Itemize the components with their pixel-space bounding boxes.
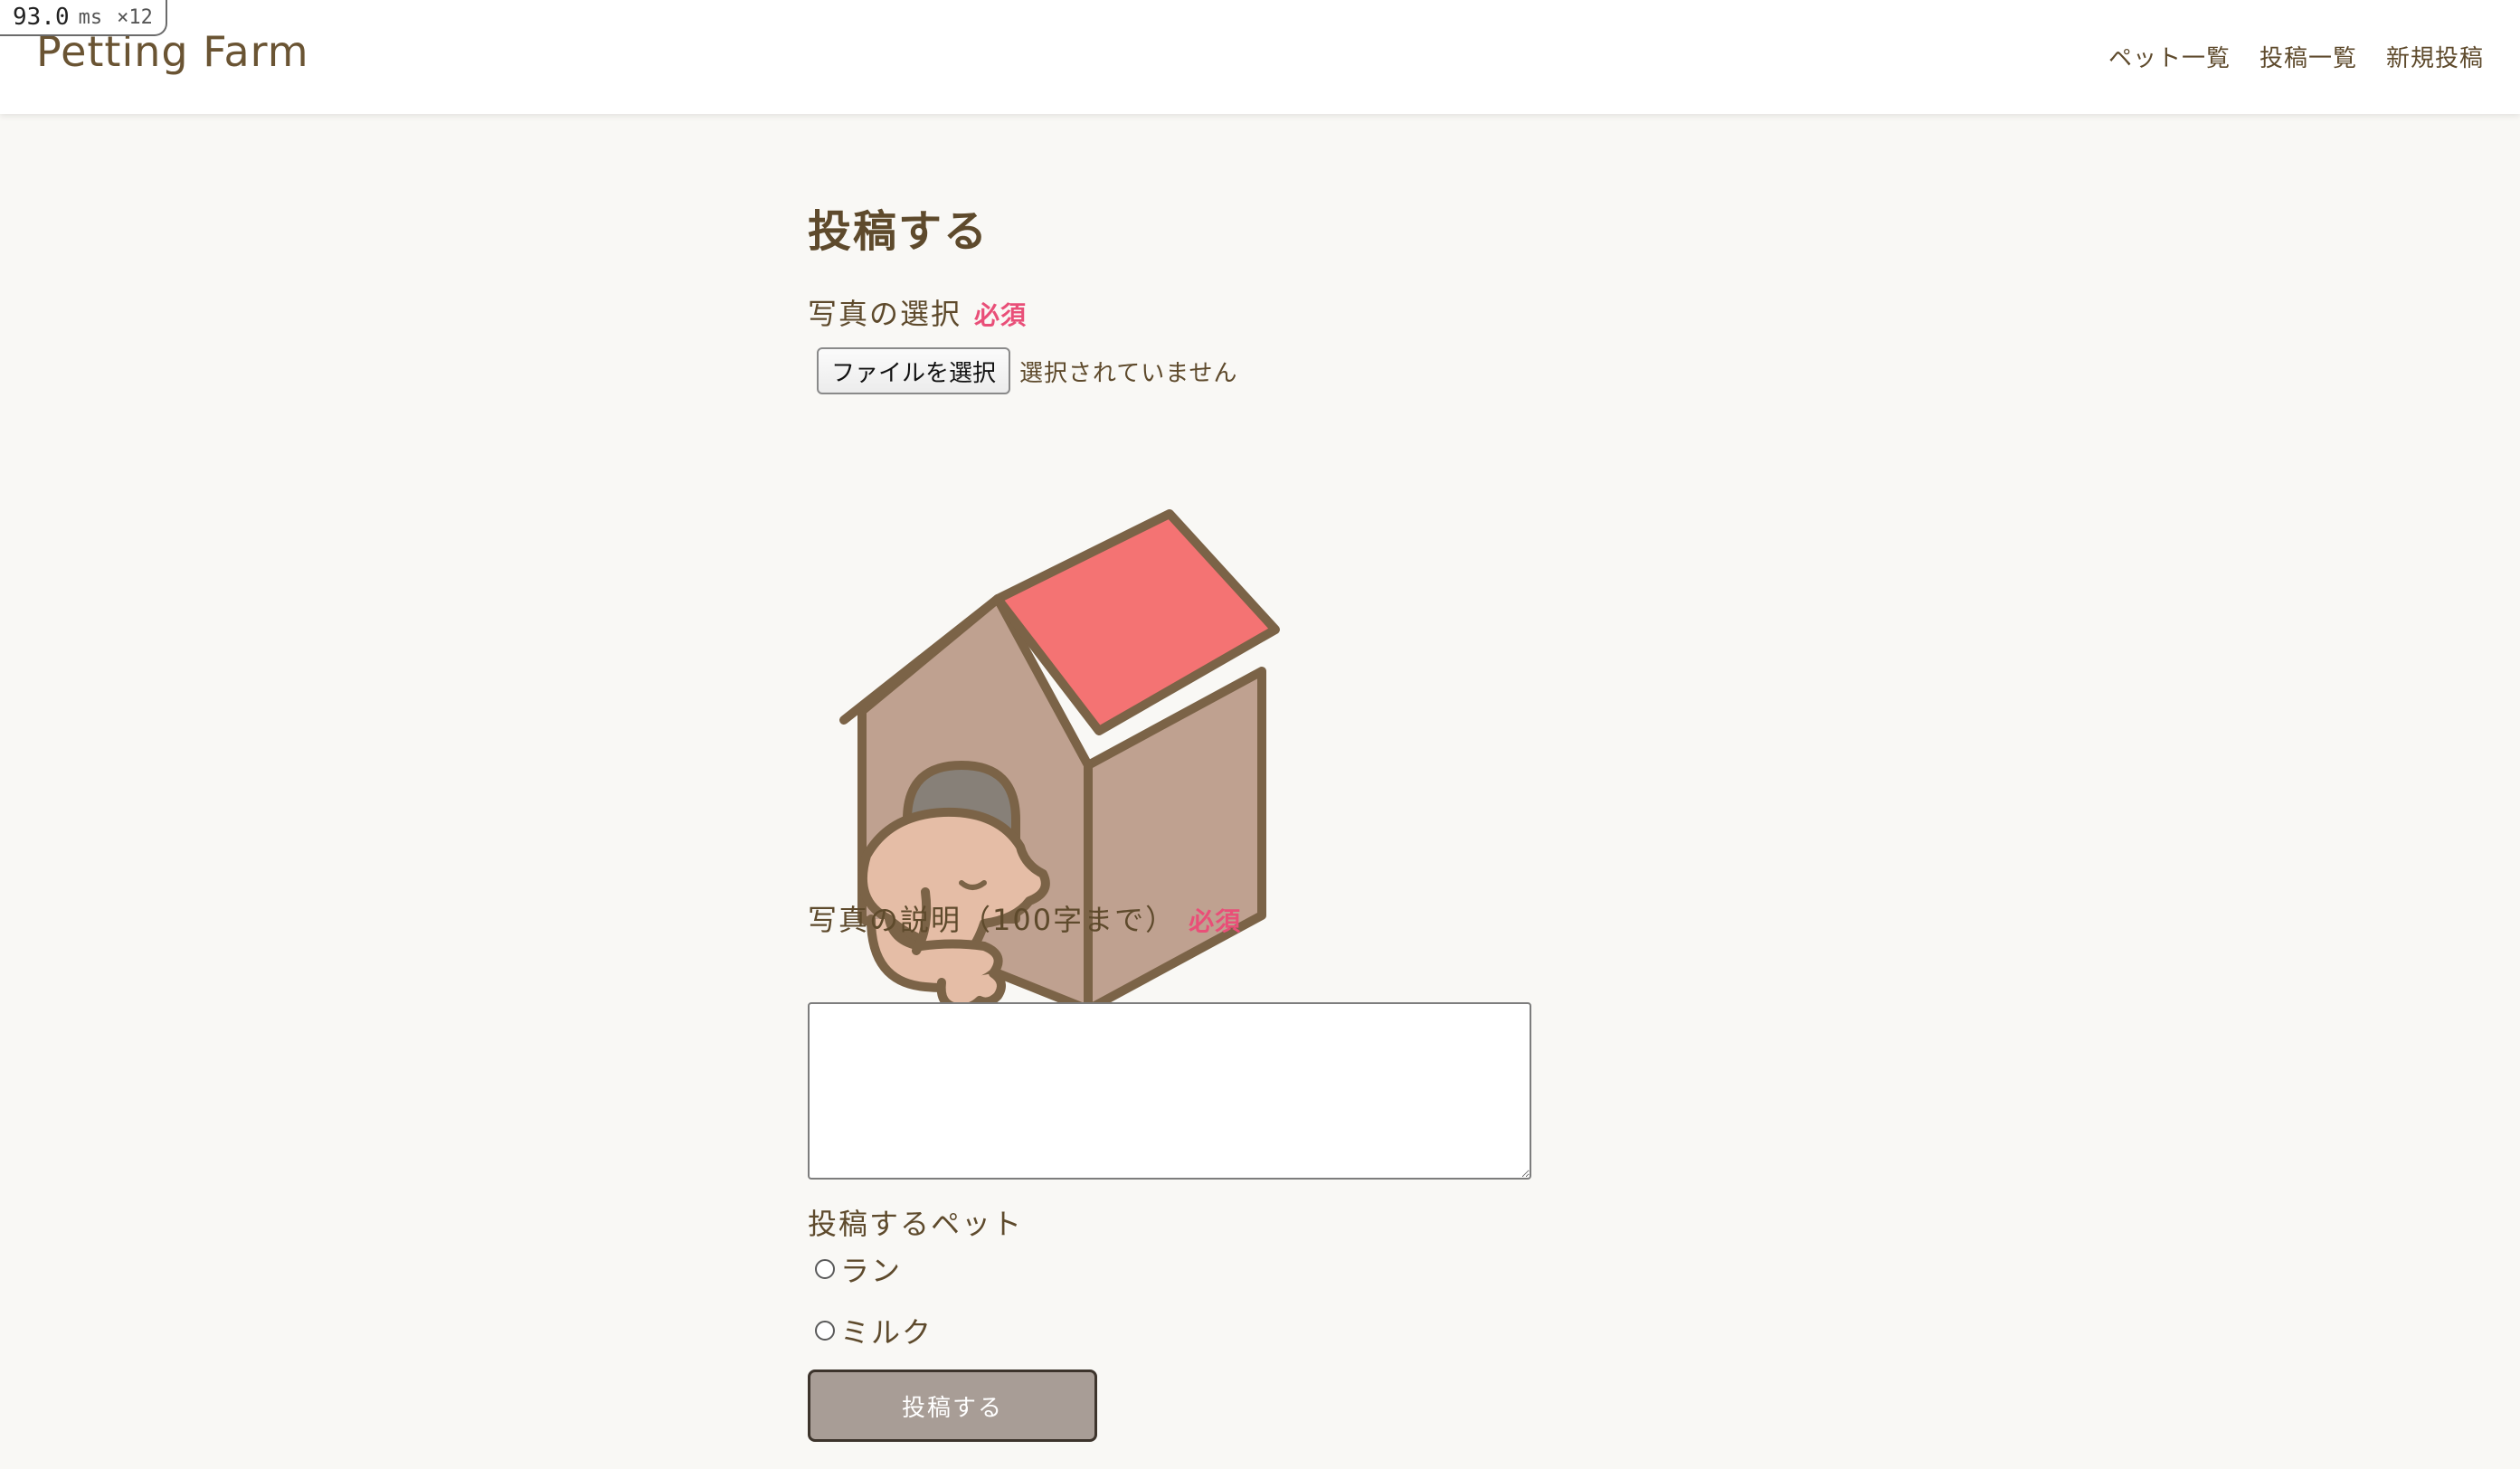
pet-option-label: ミルク bbox=[840, 1315, 933, 1350]
radio-button-milk[interactable] bbox=[815, 1321, 835, 1341]
pet-option-ran[interactable]: ラン bbox=[815, 1248, 902, 1290]
pet-label: 投稿するペット bbox=[808, 1207, 1024, 1241]
perf-unit: ms bbox=[78, 5, 103, 29]
perf-badge: 93.0 ms ×12 bbox=[0, 0, 167, 36]
perf-value: 93.0 bbox=[13, 4, 70, 31]
radio-button-ran[interactable] bbox=[815, 1259, 835, 1279]
perf-multiplier: ×12 bbox=[117, 5, 153, 29]
nav-new-post[interactable]: 新規投稿 bbox=[2386, 40, 2484, 73]
pet-option-label: ラン bbox=[840, 1254, 903, 1288]
description-textarea[interactable] bbox=[808, 1002, 1531, 1180]
submit-button[interactable]: 投稿する bbox=[808, 1369, 1097, 1442]
file-status: 選択されていません bbox=[1019, 359, 1238, 387]
pet-option-milk[interactable]: ミルク bbox=[815, 1310, 933, 1351]
photo-label: 写真の選択 必須 bbox=[808, 291, 1027, 333]
doghouse-illustration bbox=[839, 509, 1280, 1014]
choose-file-button[interactable]: ファイルを選択 bbox=[817, 347, 1011, 394]
site-nav: ペット一覧 投稿一覧 新規投稿 bbox=[2108, 40, 2484, 73]
photo-label-text: 写真の選択 bbox=[808, 297, 962, 331]
site-header: Petting Farm ペット一覧 投稿一覧 新規投稿 bbox=[0, 0, 2520, 114]
file-input: ファイルを選択 選択されていません bbox=[817, 347, 1237, 394]
description-required-badge: 必須 bbox=[1189, 906, 1242, 936]
photo-required-badge: 必須 bbox=[974, 300, 1028, 330]
description-label-text: 写真の説明（100字まで） bbox=[808, 903, 1177, 937]
page-title: 投稿する bbox=[808, 206, 990, 257]
nav-post-list[interactable]: 投稿一覧 bbox=[2259, 40, 2357, 73]
description-label: 写真の説明（100字まで） 必須 bbox=[808, 897, 1241, 939]
nav-pet-list[interactable]: ペット一覧 bbox=[2108, 40, 2231, 73]
